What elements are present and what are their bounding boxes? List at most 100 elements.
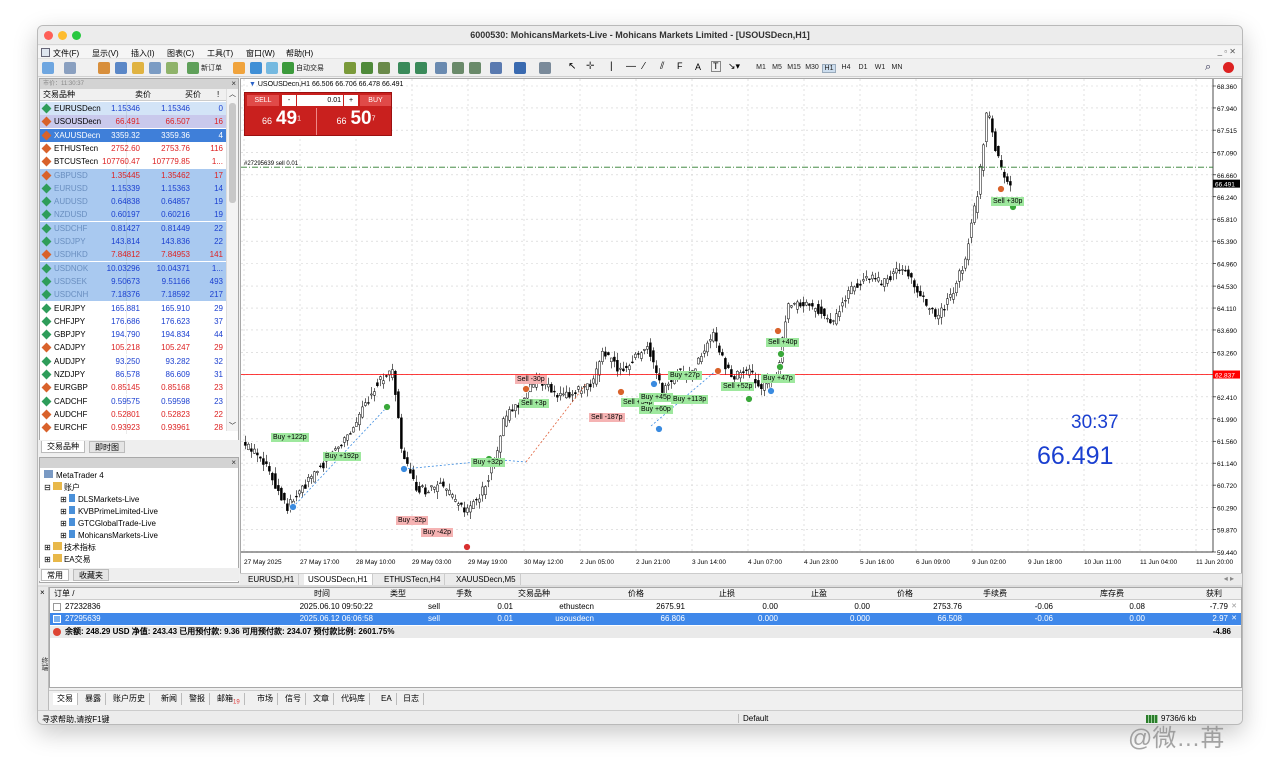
chart-window[interactable]: 68.360 67.940 67.515 67.090 66.660 66.240 65.8… [240,78,1242,574]
profiles-icon[interactable] [64,62,76,74]
menu-window[interactable]: 窗口(W) [246,48,275,59]
nav-expert-advisors[interactable]: ⊞ EA交易 [44,554,91,565]
menu-view[interactable]: 显示(V) [92,48,119,59]
price-chart[interactable]: 68.360 67.940 67.515 67.090 66.660 66.240 65.8… [241,79,1241,573]
tf-m30[interactable]: M30 [805,64,819,71]
col-symbol[interactable]: 交易品种 [518,588,550,600]
menu-file[interactable]: 文件(F) [53,48,79,59]
new-order-icon[interactable] [187,62,199,74]
market-watch-row[interactable]: ETHUSTecn 2752.60 2753.76 116 [40,141,226,155]
fibonacci-icon[interactable]: F [677,61,683,71]
col-profit[interactable]: 获利 [1206,588,1222,600]
trade-result-label[interactable]: Sell -187p [589,413,625,422]
indicators-icon[interactable] [490,62,502,74]
market-watch-row[interactable]: EURUSDecn 1.15346 1.15346 0 [40,102,226,115]
status-profile[interactable]: Default [738,714,768,723]
trade-result-label[interactable]: Buy -42p [421,528,454,537]
market-watch-row[interactable]: CADCHF 0.59575 0.59598 23 [40,394,226,408]
tf-m1[interactable]: M1 [754,64,768,71]
table-row[interactable]: 27232836 2025.06.10 09:50:22 sell 0.01 ethus… [50,601,1241,613]
close-icon[interactable]: × [231,458,236,467]
col-lots[interactable]: 手数 [456,588,472,600]
market-watch-row[interactable]: AUDUSD 0.64838 0.64857 19 [40,195,226,209]
nav-account-gtc[interactable]: ⊞ GTCGlobalTrade-Live [60,518,156,528]
col-swap[interactable]: 库存费 [1100,588,1124,600]
tab-tick-chart[interactable]: 即时图 [89,441,125,453]
sell-button[interactable]: SELL [247,95,279,106]
chevron-down-icon[interactable]: ﹀ [227,421,238,431]
tab-experts[interactable]: EA [377,693,397,705]
data-window-icon[interactable] [115,62,127,74]
trade-result-label[interactable]: Buy +27p [668,371,702,380]
trade-result-label[interactable]: Buy +122p [271,433,309,442]
market-watch-row[interactable]: USOUSDecn 66.491 66.507 16 [40,115,226,129]
tab-news[interactable]: 新闻 [157,693,182,705]
buy-price[interactable]: 66 507 [321,108,391,135]
tf-h4[interactable]: H4 [839,64,853,71]
nav-account-mohicans[interactable]: ⊞ MohicansMarkets-Live [60,530,158,540]
market-watch-row[interactable]: GBPUSD 1.35445 1.35462 17 [40,168,226,182]
close-icon[interactable]: × [40,588,45,597]
col-type[interactable]: 类型 [390,588,406,600]
notification-icon[interactable] [1223,62,1234,73]
mdi-window-controls[interactable]: _ ▫ ✕ [1218,47,1236,56]
menu-tools[interactable]: 工具(T) [207,48,233,59]
tab-trade[interactable]: 交易 [53,693,78,705]
market-watch-row[interactable]: AUDJPY 93.250 93.282 32 [40,354,226,368]
arrows-icon[interactable]: ↘▾ [728,61,740,72]
nav-account-dls[interactable]: ⊞ DLSMarkets-Live [60,494,139,504]
signals-icon[interactable] [266,62,278,74]
menu-help[interactable]: 帮助(H) [286,48,313,59]
market-icon[interactable] [250,62,262,74]
trade-result-label[interactable]: Sell -30p [515,375,547,384]
tile-windows-icon[interactable] [435,62,447,74]
text-icon[interactable]: A [695,62,701,72]
auto-scroll-icon[interactable] [469,62,481,74]
terminal-icon[interactable] [149,62,161,74]
trade-result-label[interactable]: Sell +40p [766,338,800,347]
horizontal-line-icon[interactable]: — [626,61,636,72]
tab-market[interactable]: 市场 [253,693,278,705]
tab-favorites[interactable]: 收藏夹 [73,569,109,581]
strategy-tester-icon[interactable] [166,62,178,74]
col-tp[interactable]: 止盈 [811,588,827,600]
market-watch-row[interactable]: USDHKD 7.84812 7.84953 141 [40,248,226,262]
tab-exposure[interactable]: 暴露 [81,693,106,705]
trade-result-label[interactable]: Buy +32p [471,458,505,467]
buy-button[interactable]: BUY [360,95,391,106]
bar-chart-icon[interactable] [344,62,356,74]
text-label-icon[interactable]: T [711,61,721,72]
nav-root[interactable]: MetaTrader 4 [44,470,104,480]
market-watch-row[interactable]: USDNOK 10.03296 10.04371 1... [40,261,226,275]
col-spread[interactable]: ! [217,89,219,101]
market-watch-icon[interactable] [98,62,110,74]
market-watch-scrollbar[interactable]: ︿ ﹀ [226,89,238,431]
tab-articles[interactable]: 文章 [309,693,334,705]
tab-common[interactable]: 常用 [41,569,69,581]
tab-signals[interactable]: 信号 [281,693,306,705]
zoom-out-icon[interactable] [415,62,427,74]
lot-increase-button[interactable]: + [344,95,358,106]
market-watch-row[interactable]: EURGBP 0.85145 0.85168 23 [40,381,226,395]
market-watch-row[interactable]: USDJPY 143.814 143.836 22 [40,235,226,248]
col-commission[interactable]: 手续费 [983,588,1007,600]
trade-result-label[interactable]: Sell +3p [519,399,549,408]
chevron-up-icon[interactable]: ︿ [227,89,238,99]
trade-result-label[interactable]: Sell +30p [991,197,1025,206]
trade-result-label[interactable]: Buy +60p [639,405,673,414]
trade-result-label[interactable]: Buy +113p [671,395,709,404]
cursor-icon[interactable]: ↖ [568,61,576,72]
menu-insert[interactable]: 插入(I) [131,48,155,59]
tab-mailbox[interactable]: 邮箱19 [213,693,245,706]
auto-trading-button[interactable]: 自动交易 [296,63,324,73]
market-watch-row[interactable]: CADJPY 105.218 105.247 29 [40,341,226,355]
col-price[interactable]: 价格 [628,588,644,600]
candlestick-icon[interactable] [361,62,373,74]
tf-w1[interactable]: W1 [873,64,887,71]
nav-indicators[interactable]: ⊞ 技术指标 [44,542,96,553]
market-watch-row[interactable]: GBPJPY 194.790 194.834 44 [40,328,226,342]
trade-result-label[interactable]: Buy +45p [639,393,673,402]
market-watch-row[interactable]: USDCHF 0.81427 0.81449 22 [40,221,226,235]
col-sl[interactable]: 止损 [719,588,735,600]
col-bid[interactable]: 卖价 [135,89,151,101]
